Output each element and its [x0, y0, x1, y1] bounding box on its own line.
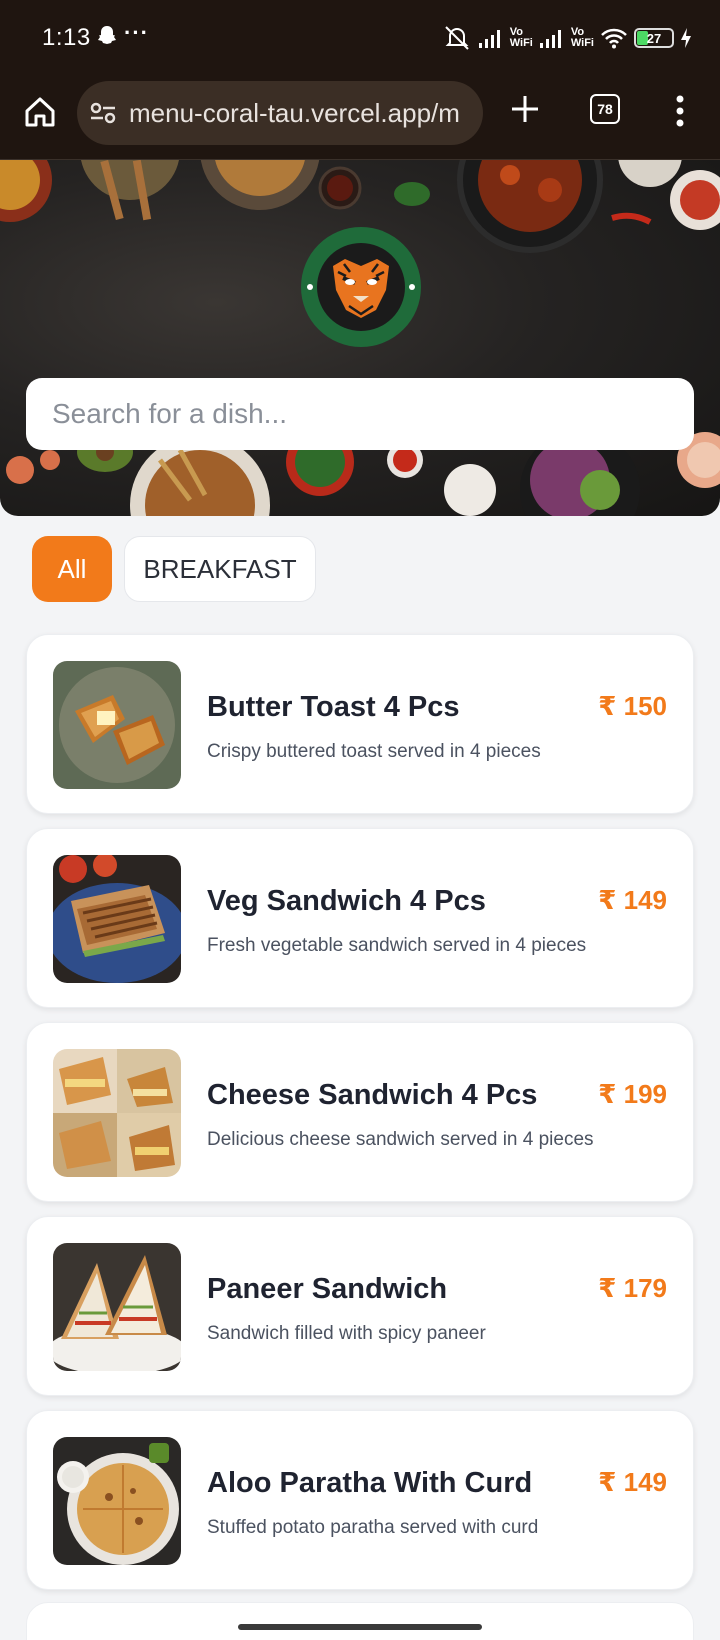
search-input[interactable] — [26, 378, 694, 450]
dish-image — [53, 1049, 181, 1177]
more-menu-icon[interactable] — [670, 94, 690, 128]
vowifi-label: Vo WiFi — [570, 26, 594, 49]
dish-price: ₹ 150 — [598, 691, 667, 721]
dish-image — [53, 1437, 181, 1565]
battery-icon: 27 — [634, 28, 674, 48]
status-bar: 1:13 ··· Vo WiFi Vo WiFi 27 — [0, 0, 720, 78]
dish-image — [53, 661, 181, 789]
more-notifications-icon: ··· — [124, 20, 149, 45]
category-chip-all[interactable]: All — [32, 536, 112, 602]
menu-item-card[interactable]: Veg Sandwich 4 Pcs ₹ 149 Fresh vegetable… — [26, 828, 694, 1008]
dish-name: Cheese Sandwich 4 Pcs — [207, 1079, 538, 1111]
dish-description: Fresh vegetable sandwich served in 4 pie… — [207, 935, 587, 956]
menu-item-card[interactable]: Aloo Paratha With Curd ₹ 149 Stuffed pot… — [26, 1410, 694, 1590]
dish-image — [53, 1243, 181, 1371]
address-bar[interactable]: menu-coral-tau.vercel.app/m — [77, 81, 483, 145]
dish-name: Butter Toast 4 Pcs — [207, 691, 460, 723]
category-chip-breakfast[interactable]: BREAKFAST — [124, 536, 316, 602]
mute-icon — [445, 26, 469, 50]
dish-name: Veg Sandwich 4 Pcs — [207, 885, 486, 917]
clock: 1:13 — [42, 24, 91, 51]
dish-price: ₹ 149 — [598, 1467, 667, 1497]
resort-logo — [301, 227, 421, 347]
menu-item-card[interactable]: Butter Toast 4 Pcs ₹ 150 Crispy buttered… — [26, 634, 694, 814]
menu-item-card[interactable]: Cheese Sandwich 4 Pcs ₹ 199 Delicious ch… — [26, 1022, 694, 1202]
category-filter: All BREAKFAST — [32, 536, 316, 602]
home-icon[interactable] — [22, 94, 58, 130]
status-icons: Vo WiFi Vo WiFi 27 — [442, 22, 692, 54]
snapchat-icon — [98, 26, 116, 44]
dish-description: Crispy buttered toast served in 4 pieces — [207, 741, 541, 762]
dish-name: Aloo Paratha With Curd — [207, 1467, 533, 1499]
menu-item-card[interactable]: Paneer Sandwich ₹ 179 Sandwich filled wi… — [26, 1216, 694, 1396]
signal-icon — [539, 30, 561, 48]
hero-banner — [0, 160, 720, 516]
tab-switcher-button[interactable]: 78 — [590, 94, 620, 124]
dish-price: ₹ 149 — [598, 885, 667, 915]
vowifi-label: Vo WiFi — [509, 26, 533, 49]
url-text[interactable]: menu-coral-tau.vercel.app/m — [129, 98, 460, 129]
dish-description: Delicious cheese sandwich served in 4 pi… — [207, 1129, 594, 1150]
dish-name: Paneer Sandwich — [207, 1273, 448, 1305]
wifi-icon — [601, 28, 627, 49]
menu-list: Butter Toast 4 Pcs ₹ 150 Crispy buttered… — [26, 634, 694, 1604]
dish-description: Stuffed potato paratha served with curd — [207, 1517, 539, 1538]
gesture-home-bar[interactable] — [238, 1624, 482, 1630]
dish-price: ₹ 199 — [598, 1079, 667, 1109]
dish-price: ₹ 179 — [598, 1273, 667, 1303]
dish-description: Sandwich filled with spicy paneer — [207, 1323, 486, 1344]
menu-item-card[interactable] — [26, 1602, 694, 1640]
charging-icon — [681, 28, 691, 48]
new-tab-icon[interactable] — [508, 92, 542, 126]
dish-image — [53, 855, 181, 983]
site-settings-icon[interactable] — [89, 101, 117, 125]
signal-icon — [478, 30, 500, 48]
browser-toolbar: menu-coral-tau.vercel.app/m 78 — [0, 78, 720, 160]
